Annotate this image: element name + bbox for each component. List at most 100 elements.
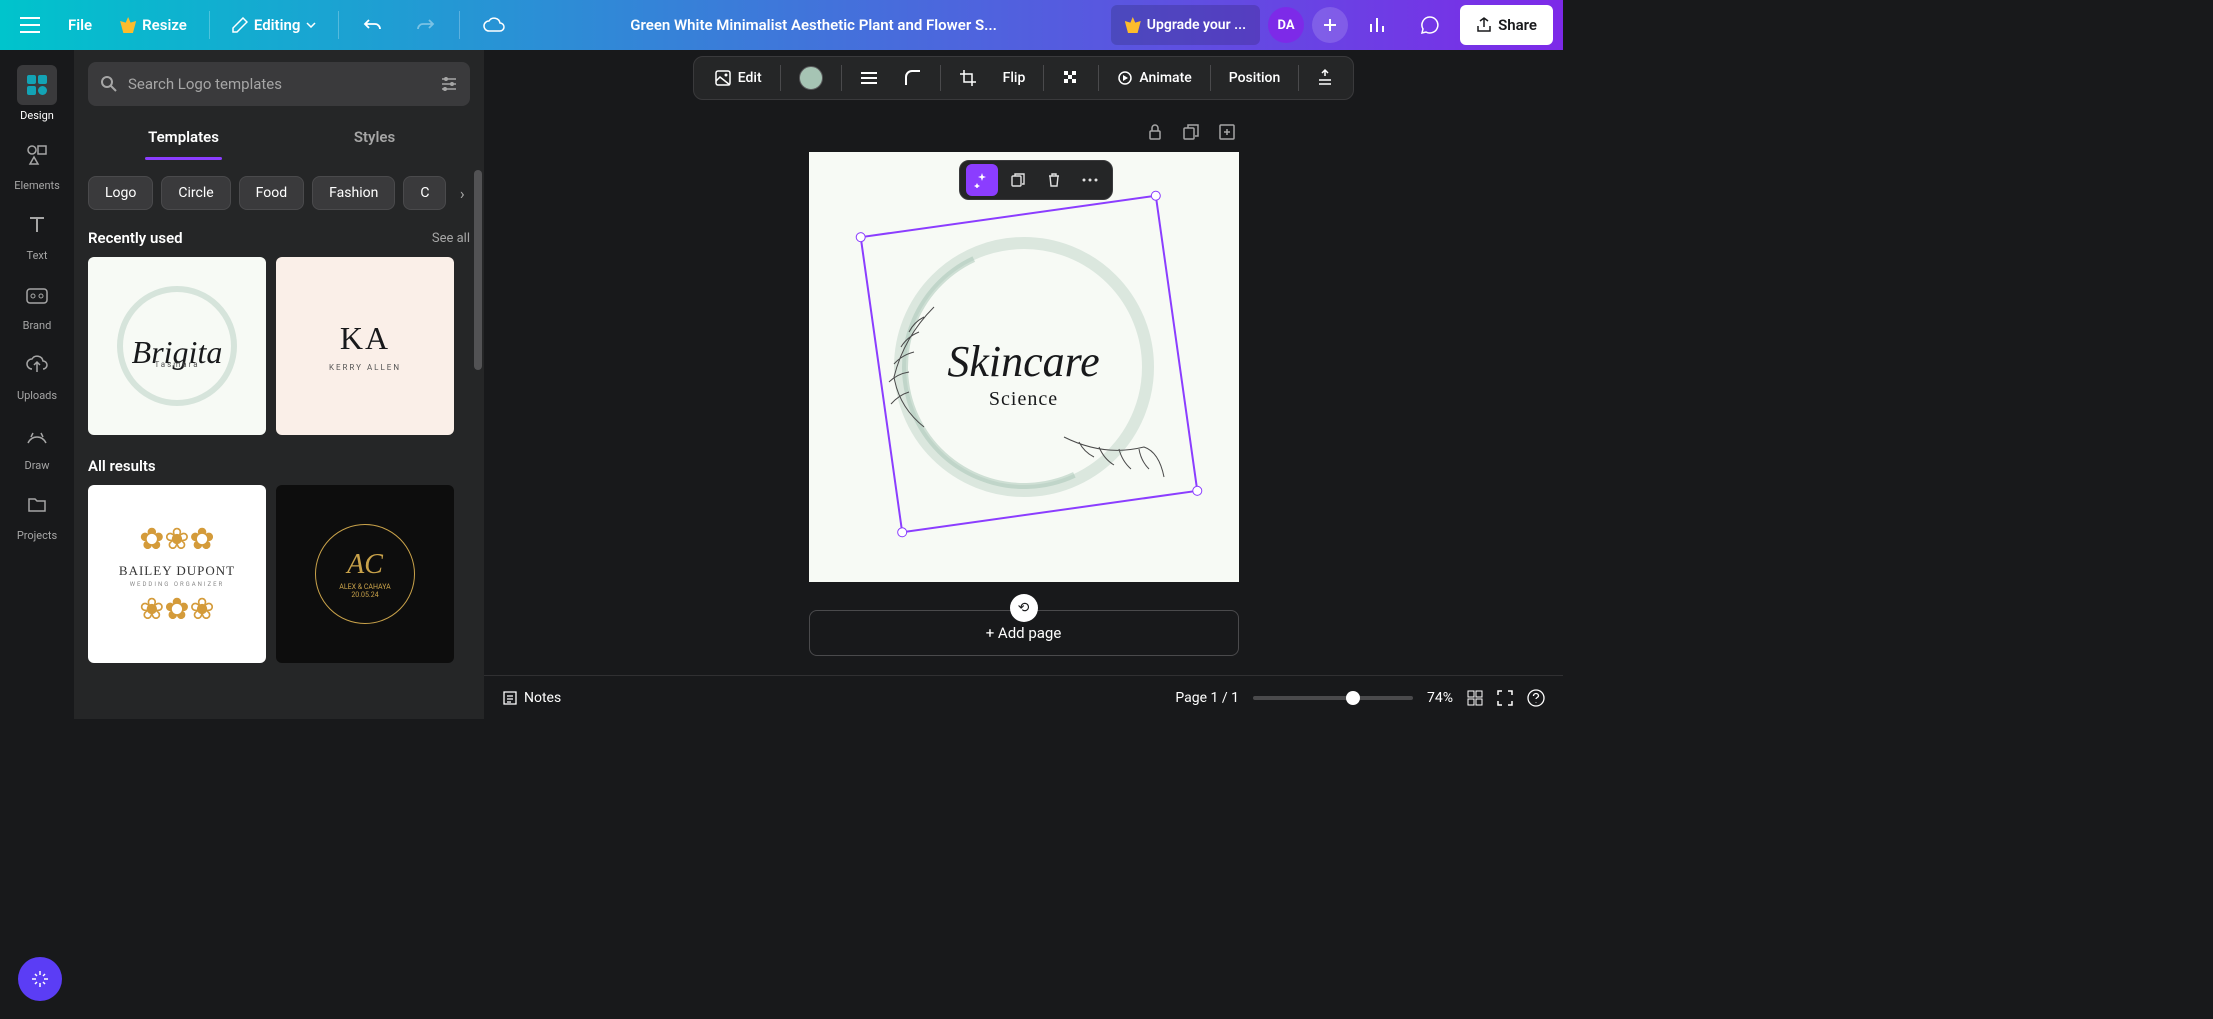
file-button[interactable]: File [58, 5, 102, 45]
chart-icon [1369, 16, 1387, 34]
see-all-link[interactable]: See all [432, 231, 470, 246]
magic-button[interactable] [966, 164, 998, 196]
recently-used-heading: Recently used [88, 229, 183, 247]
tab-templates[interactable]: Templates [88, 118, 279, 160]
resize-button[interactable]: Resize [110, 5, 197, 45]
color-button[interactable] [787, 60, 835, 96]
crop-icon [959, 69, 977, 87]
edit-button[interactable]: Edit [702, 60, 774, 96]
tab-styles[interactable]: Styles [279, 118, 470, 160]
redo-icon [415, 17, 435, 33]
position-button[interactable]: Position [1217, 60, 1293, 96]
zoom-percent[interactable]: 74% [1427, 690, 1453, 706]
add-page-button[interactable] [1215, 120, 1239, 144]
speech-bubble-icon [1420, 15, 1440, 35]
rail-label: Draw [25, 459, 50, 472]
transparency-icon [1062, 69, 1080, 87]
upgrade-button[interactable]: Upgrade your ... [1111, 5, 1260, 45]
template-thumb[interactable]: ✿❀✿ BAILEY DUPONT WEDDING ORGANIZER ❀✿❀ [88, 485, 266, 663]
more-options-button[interactable] [1305, 60, 1345, 96]
grid-view-button[interactable] [1467, 690, 1483, 706]
rail-label: Design [20, 109, 54, 122]
template-thumb[interactable]: KA KERRY ALLEN [276, 257, 454, 435]
resize-handle[interactable] [896, 527, 907, 538]
more-button[interactable] [1074, 164, 1106, 196]
rail-item-draw[interactable]: Draw [4, 410, 70, 476]
undo-button[interactable] [351, 5, 395, 45]
crown-icon [120, 17, 136, 33]
grid-icon [1467, 690, 1483, 706]
zoom-slider[interactable] [1253, 696, 1413, 700]
redo-button[interactable] [403, 5, 447, 45]
lines-icon [860, 71, 878, 85]
user-avatar[interactable]: DA [1268, 7, 1304, 43]
help-icon [1527, 689, 1545, 707]
resize-handle[interactable] [1150, 190, 1161, 201]
resize-handle[interactable] [855, 232, 866, 243]
delete-button[interactable] [1038, 164, 1070, 196]
flip-button[interactable]: Flip [991, 60, 1038, 96]
rail-item-projects[interactable]: Projects [4, 480, 70, 546]
left-rail: Design Elements Text Brand Uploads Draw [0, 50, 74, 719]
chip-more[interactable]: C [403, 176, 446, 210]
rail-item-brand[interactable]: Brand [4, 270, 70, 336]
fullscreen-button[interactable] [1497, 690, 1513, 706]
share-icon [1476, 17, 1492, 33]
rail-label: Text [27, 249, 48, 262]
template-thumb[interactable]: AC ALEX & CAHAYA 20.05.24 [276, 485, 454, 663]
template-thumb[interactable]: Brigita Tasmara [88, 257, 266, 435]
comment-button[interactable] [1408, 5, 1452, 45]
rail-label: Uploads [17, 389, 57, 402]
canvas-page[interactable]: Skincare Science ⟲ [809, 152, 1239, 582]
chevron-down-icon [306, 22, 316, 28]
animate-button[interactable]: Animate [1105, 60, 1203, 96]
search-box[interactable] [88, 62, 470, 106]
rail-label: Projects [17, 529, 57, 542]
cloud-icon [483, 17, 505, 33]
notes-button[interactable]: Notes [502, 690, 561, 706]
duplicate-button[interactable] [1002, 164, 1034, 196]
duplicate-page-button[interactable] [1179, 120, 1203, 144]
insights-button[interactable] [1356, 5, 1400, 45]
chip-fashion[interactable]: Fashion [312, 176, 395, 210]
rail-item-design[interactable]: Design [4, 60, 70, 126]
folder-icon [27, 496, 47, 514]
separator [338, 11, 339, 39]
selection-box [859, 195, 1198, 534]
search-input[interactable] [128, 75, 430, 93]
crop-button[interactable] [947, 60, 989, 96]
document-title[interactable]: Green White Minimalist Aesthetic Plant a… [524, 16, 1102, 34]
chips-next-button[interactable]: › [454, 175, 470, 211]
corner-button[interactable] [892, 60, 934, 96]
zoom-slider-thumb[interactable] [1346, 691, 1360, 705]
add-member-button[interactable] [1312, 7, 1348, 43]
cloud-sync-button[interactable] [472, 5, 516, 45]
chip-food[interactable]: Food [239, 176, 304, 210]
upload-icon [26, 355, 48, 375]
editing-label: Editing [254, 16, 301, 34]
resize-handle[interactable] [1191, 485, 1202, 496]
help-button[interactable] [1527, 689, 1545, 707]
chip-logo[interactable]: Logo [88, 176, 153, 210]
panel-scrollbar[interactable] [474, 170, 482, 370]
sliders-icon[interactable] [440, 75, 458, 93]
search-icon [100, 75, 118, 93]
rail-item-elements[interactable]: Elements [4, 130, 70, 196]
rotate-handle[interactable]: ⟲ [1010, 594, 1038, 622]
hamburger-menu-button[interactable] [10, 5, 50, 45]
rail-label: Elements [14, 179, 60, 192]
page-indicator[interactable]: Page 1 / 1 [1175, 690, 1239, 706]
rail-item-text[interactable]: Text [4, 200, 70, 266]
brand-icon [25, 285, 49, 305]
rail-item-uploads[interactable]: Uploads [4, 340, 70, 406]
color-swatch [799, 66, 823, 90]
resize-label: Resize [142, 16, 187, 34]
transparency-button[interactable] [1050, 60, 1092, 96]
line-style-button[interactable] [848, 60, 890, 96]
thumb-subtext: WEDDING ORGANIZER [119, 581, 235, 588]
lock-button[interactable] [1143, 120, 1167, 144]
context-toolbar: Edit Flip Animate [484, 50, 1563, 106]
share-button[interactable]: Share [1460, 5, 1553, 45]
chip-circle[interactable]: Circle [161, 176, 230, 210]
editing-mode-button[interactable]: Editing [222, 5, 327, 45]
